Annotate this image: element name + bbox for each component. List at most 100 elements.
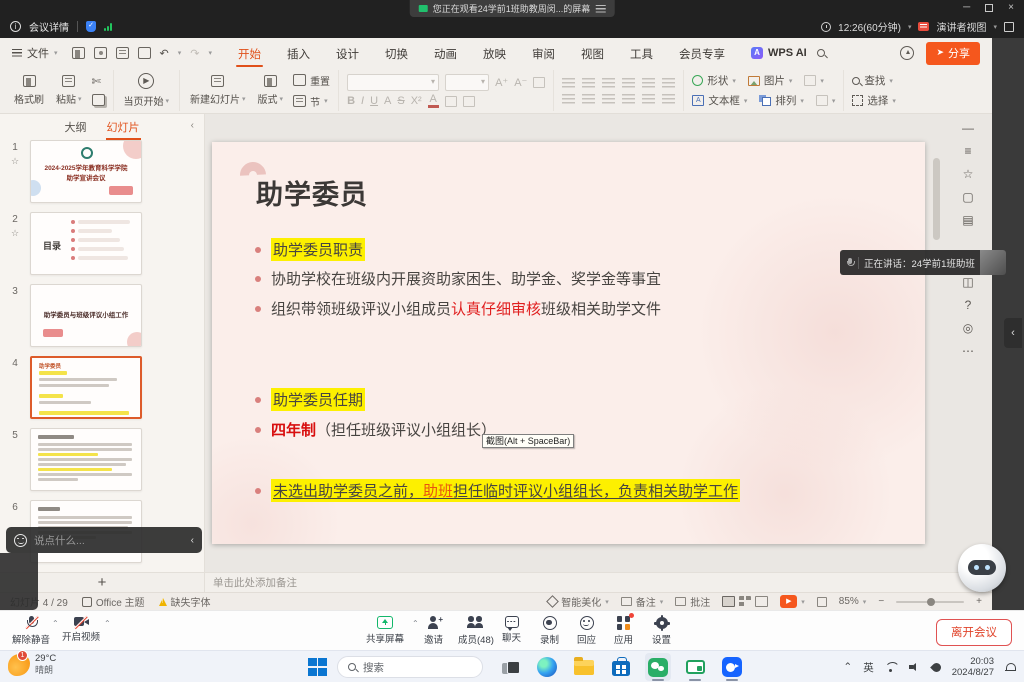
clock-widget[interactable]: 20:03 2024/8/27 — [952, 656, 994, 679]
beautify-button[interactable]: 智能美化▾ — [548, 594, 609, 609]
output-icon[interactable] — [94, 47, 107, 59]
slide-sorter-icon[interactable] — [739, 596, 751, 607]
highlight-color-icon[interactable] — [445, 96, 457, 107]
fit-slide-icon[interactable] — [817, 597, 827, 607]
wechat-button[interactable] — [645, 653, 671, 681]
bullet-term-1[interactable]: 四年制（担任班级评议小组组长） — [255, 419, 496, 440]
format-painter-button[interactable]: 格式刷 — [12, 75, 46, 106]
bold-button[interactable]: B — [347, 95, 355, 107]
chevron-down-icon[interactable]: ▾ — [208, 49, 212, 57]
zoom-level[interactable]: 85%▾ — [839, 596, 867, 607]
undo-icon[interactable]: ↶ — [160, 47, 169, 60]
slide-thumbnail-3[interactable]: 助学委员与班级评议小组工作 — [30, 284, 142, 347]
tab-home[interactable]: 开始 — [236, 40, 263, 67]
copy-icon[interactable] — [92, 94, 105, 106]
slide-thumbnail-5[interactable] — [30, 428, 142, 491]
tab-animation[interactable]: 动画 — [432, 40, 459, 67]
tab-slideshow[interactable]: 放映 — [481, 40, 508, 67]
strikethrough-button[interactable]: S — [397, 95, 404, 107]
tab-design[interactable]: 设计 — [334, 40, 361, 67]
play-from-current-button[interactable]: ▶ 当页开始▾ — [122, 73, 172, 108]
font-family-select[interactable] — [347, 74, 439, 91]
notes-button[interactable]: 备注▾ — [621, 594, 664, 609]
chevron-up-icon[interactable]: ⌃ — [412, 619, 419, 628]
slide-thumbnail-2[interactable]: 目录 — [30, 212, 142, 275]
bullet-duty-header[interactable]: 助学委员职责 — [255, 238, 365, 261]
record-button[interactable]: 录制 — [540, 616, 559, 646]
columns-icon[interactable] — [662, 94, 675, 104]
slide-thumbnail-4-selected[interactable]: 助学委员 — [30, 356, 142, 419]
shapes-button[interactable]: 形状▾ — [692, 73, 736, 88]
wps-ai-button[interactable]: A WPS AI — [751, 47, 807, 59]
tab-review[interactable]: 审阅 — [530, 40, 557, 67]
pen-icon[interactable] — [930, 661, 943, 674]
collapse-chat-icon[interactable]: ‹ — [191, 535, 194, 546]
notes-placeholder[interactable]: 单击此处添加备注 — [213, 575, 297, 590]
layout-button[interactable]: 版式▾ — [256, 75, 286, 106]
notification-bell-icon[interactable] — [1005, 662, 1016, 673]
vertical-scrollbar[interactable] — [933, 118, 940, 566]
start-button[interactable] — [308, 658, 327, 677]
screen-capture-button[interactable] — [682, 653, 708, 681]
more-tools-icon[interactable]: ⋯ — [962, 345, 974, 357]
print-icon[interactable] — [116, 47, 129, 59]
tab-transition[interactable]: 切换 — [383, 40, 410, 67]
task-view-button[interactable] — [497, 653, 523, 681]
clear-format-icon[interactable] — [533, 77, 545, 88]
bullet-term-header[interactable]: 助学委员任期 — [255, 388, 365, 411]
collapse-strip-icon[interactable]: — — [962, 122, 974, 134]
missing-font-warning[interactable]: 缺失字体 — [159, 594, 211, 609]
weather-widget[interactable]: 1 29°C 晴朗 — [8, 654, 56, 676]
assistant-avatar-ball[interactable] — [958, 544, 1006, 592]
section-button[interactable]: 节▾ — [293, 94, 330, 109]
superscript-button[interactable]: X² — [411, 95, 422, 107]
save-icon[interactable] — [72, 47, 85, 59]
chat-quick-bar[interactable]: 说点什么... ‹ — [6, 527, 202, 553]
align-right-icon[interactable] — [602, 94, 615, 104]
language-indicator[interactable]: 英 — [863, 660, 874, 675]
arrange-button[interactable]: 排列▾ — [759, 93, 804, 108]
chevron-down-icon[interactable]: ▾ — [908, 23, 912, 31]
maximize-button[interactable] — [985, 4, 993, 12]
italic-button[interactable]: I — [361, 95, 364, 107]
tab-tools[interactable]: 工具 — [628, 40, 655, 67]
file-menu[interactable]: 文件 ▾ — [12, 45, 58, 61]
collapse-panel-icon[interactable]: ‹ — [191, 120, 194, 131]
tab-member[interactable]: 会员专享 — [677, 40, 727, 67]
align-center-icon[interactable] — [582, 94, 595, 104]
presenter-view-button[interactable]: 演讲者视图 — [936, 19, 986, 34]
design-pane-icon[interactable]: ▤ — [962, 214, 973, 226]
zoom-out-button[interactable]: − — [878, 596, 884, 607]
start-video-button[interactable]: 开启视频 — [62, 616, 100, 643]
unmute-button[interactable]: 解除静音 — [12, 616, 50, 646]
network-signal-icon[interactable] — [104, 23, 112, 31]
preview-icon[interactable] — [138, 47, 151, 59]
line-spacing-icon[interactable] — [642, 78, 655, 88]
chevron-up-icon[interactable]: ⌃ — [104, 619, 111, 628]
chevron-down-icon[interactable]: ▾ — [993, 23, 997, 31]
slideshow-button[interactable]: ▶▾ — [780, 595, 805, 608]
tab-view[interactable]: 视图 — [579, 40, 606, 67]
increase-font-button[interactable]: A⁺ — [495, 76, 508, 89]
file-explorer-button[interactable] — [571, 653, 597, 681]
slide-title[interactable]: 助学委员 — [256, 173, 368, 212]
tab-insert[interactable]: 插入 — [285, 40, 312, 67]
cloud-upload-icon[interactable] — [900, 46, 914, 60]
slide-canvas[interactable]: 助学委员 助学委员职责 协助学校在班级内开展资助家困生、助学金、奖学金等事宜 组… — [212, 142, 925, 544]
chat-button[interactable]: 聊天 — [502, 616, 521, 644]
star-favorites-icon[interactable]: ☆ — [963, 168, 974, 180]
decrease-indent-icon[interactable] — [602, 78, 615, 88]
reactions-button[interactable]: 回应 — [577, 616, 596, 646]
font-color-button[interactable]: A — [428, 95, 439, 108]
animation-pane-icon[interactable]: ▢ — [962, 191, 973, 203]
share-button[interactable]: ➤ 分享 — [926, 42, 980, 65]
wifi-icon[interactable] — [885, 662, 898, 672]
bullet-interim[interactable]: 未选出助学委员之前，助班担任临时评议小组组长，负责相关助学工作 — [255, 479, 740, 502]
numbered-list-icon[interactable] — [582, 78, 595, 88]
align-left-icon[interactable] — [562, 94, 575, 104]
zoom-slider[interactable] — [896, 601, 964, 603]
bullet-list-icon[interactable] — [562, 78, 575, 88]
settings-button[interactable]: 设置 — [652, 616, 671, 646]
meeting-app-button[interactable] — [719, 653, 745, 681]
minimize-button[interactable]: ─ — [963, 2, 970, 13]
